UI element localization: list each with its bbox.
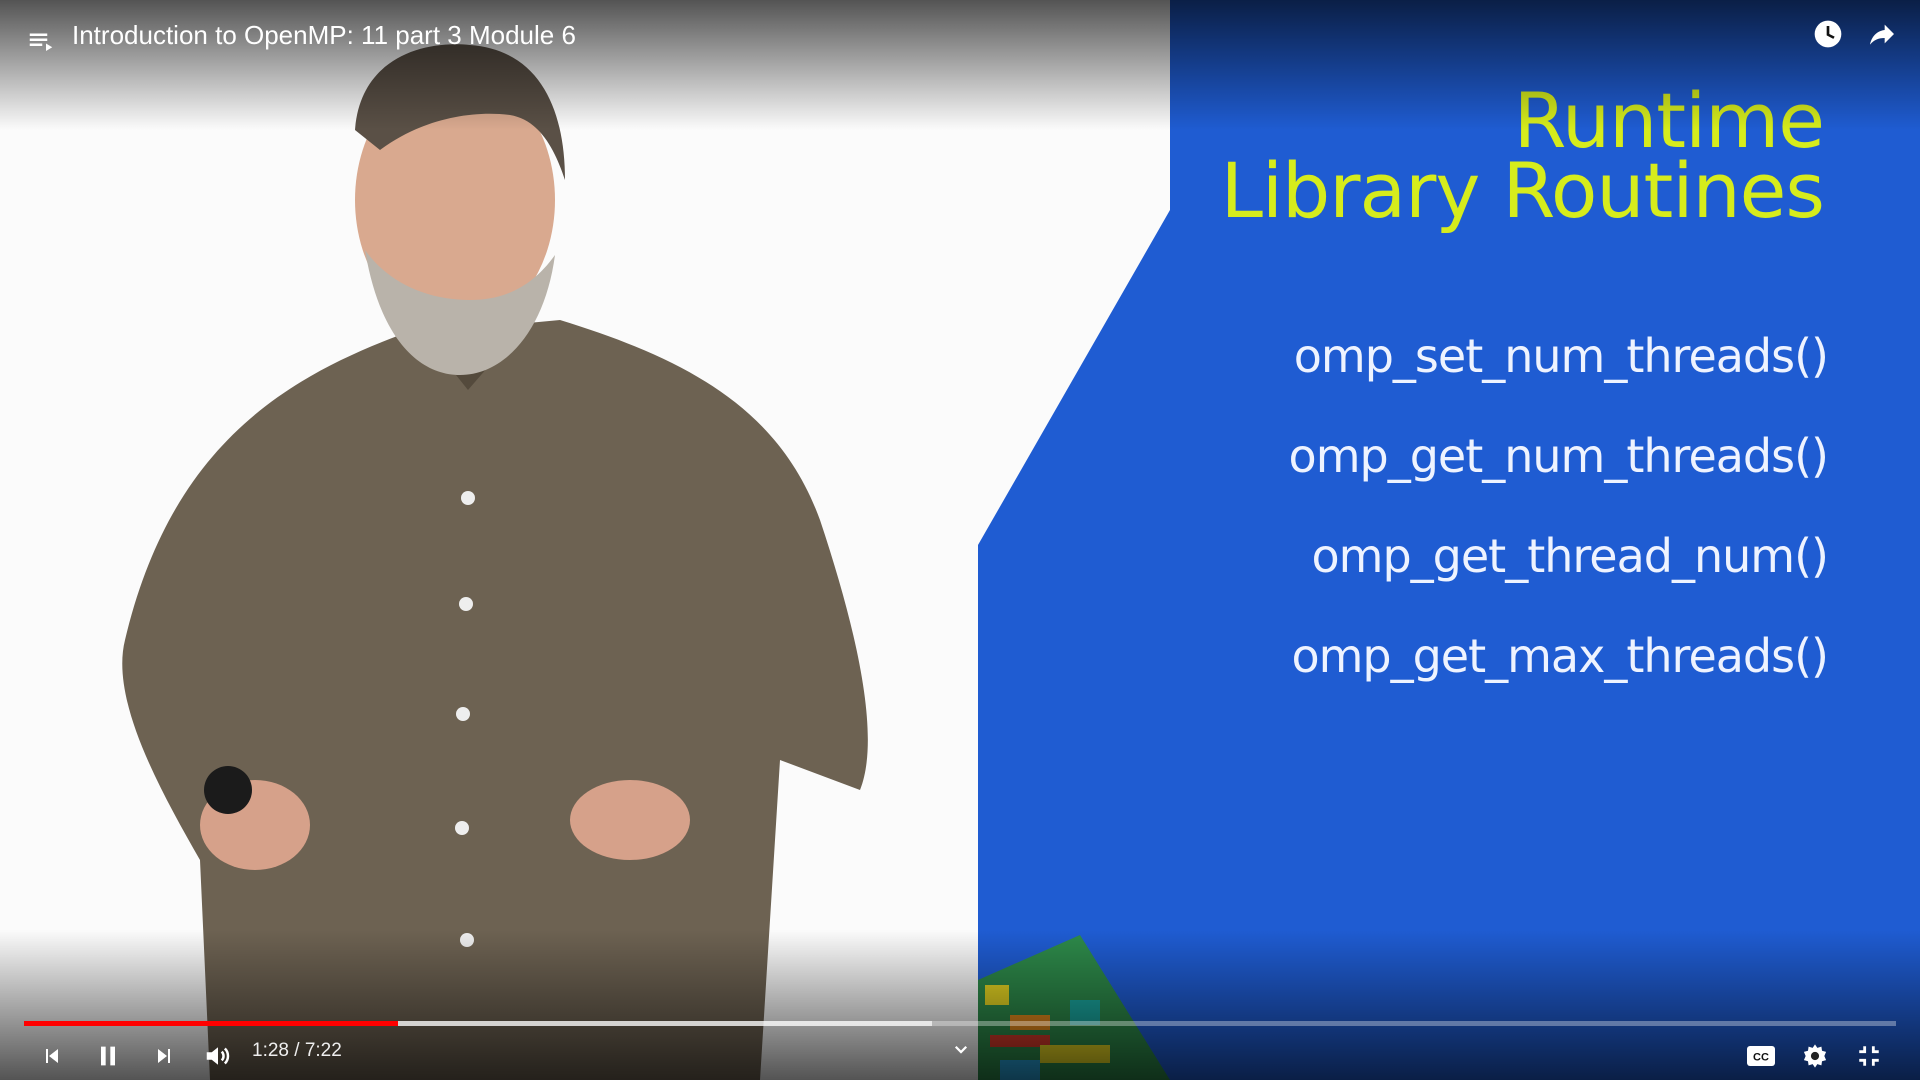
routine-item: omp_get_num_threads() [1288,429,1829,483]
volume-icon[interactable] [198,1038,238,1074]
progress-played [24,1021,399,1026]
video-player[interactable]: Runtime Library Routines omp_set_num_thr… [0,0,1920,1080]
progress-bar[interactable] [24,1015,1896,1031]
presenter-figure [122,44,868,1080]
title-bar: Introduction to OpenMP: 11 part 3 Module… [0,0,1920,72]
captions-icon[interactable]: CC [1742,1038,1780,1074]
previous-icon[interactable] [34,1038,70,1074]
routine-item: omp_get_max_threads() [1291,629,1829,683]
pause-icon[interactable] [88,1036,128,1076]
playlist-icon[interactable] [18,18,64,64]
chevron-down-icon[interactable] [946,1034,976,1064]
video-frame[interactable]: Runtime Library Routines omp_set_num_thr… [0,0,1920,1080]
slide-title-line-2: Library Routines [1220,146,1825,235]
exit-fullscreen-icon[interactable] [1850,1038,1888,1074]
routine-list: omp_set_num_threads() omp_get_num_thread… [1068,306,1829,706]
share-icon[interactable] [1862,14,1902,54]
svg-text:CC: CC [1753,1052,1769,1064]
video-title[interactable]: Introduction to OpenMP: 11 part 3 Module… [72,20,576,51]
routine-item: omp_get_thread_num() [1311,529,1829,583]
control-bar: 1:28 / 7:22 CC [0,1036,1920,1080]
watch-later-icon[interactable] [1808,14,1848,54]
time-display: 1:28 / 7:22 [252,1040,342,1061]
routine-item: omp_set_num_threads() [1293,329,1829,383]
settings-icon[interactable] [1796,1038,1834,1074]
next-icon[interactable] [146,1038,182,1074]
